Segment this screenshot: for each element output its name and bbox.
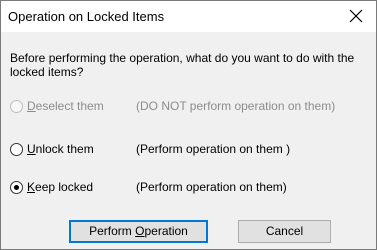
unlock-description: (Perform operation on them ) <box>136 142 291 156</box>
window-title: Operation on Locked Items <box>8 9 165 24</box>
deselect-label: Deselect them <box>27 99 104 113</box>
perform-operation-button[interactable]: Perform Operation <box>69 220 208 243</box>
option-unlock[interactable]: Unlock them (Perform operation on them ) <box>10 142 370 160</box>
keep-locked-label: Keep locked <box>27 180 94 194</box>
deselect-description: (DO NOT perform operation on them) <box>136 99 336 113</box>
option-keep-locked[interactable]: Keep locked (Perform operation on them) <box>10 180 370 198</box>
keep-locked-radio[interactable] <box>10 181 23 194</box>
prompt-text: Before performing the operation, what do… <box>10 51 355 79</box>
option-deselect[interactable]: Deselect them (DO NOT perform operation … <box>10 99 370 117</box>
locked-items-dialog: Operation on Locked Items Before perform… <box>0 0 377 250</box>
cancel-button[interactable]: Cancel <box>238 220 331 243</box>
close-icon <box>349 9 363 23</box>
unlock-label: Unlock them <box>27 142 94 156</box>
title-bar: Operation on Locked Items <box>1 1 376 32</box>
unlock-radio[interactable] <box>10 143 23 156</box>
close-button[interactable] <box>336 1 376 32</box>
deselect-radio[interactable] <box>10 100 23 113</box>
keep-locked-description: (Perform operation on them) <box>136 180 287 194</box>
radio-selected-dot <box>14 185 19 190</box>
